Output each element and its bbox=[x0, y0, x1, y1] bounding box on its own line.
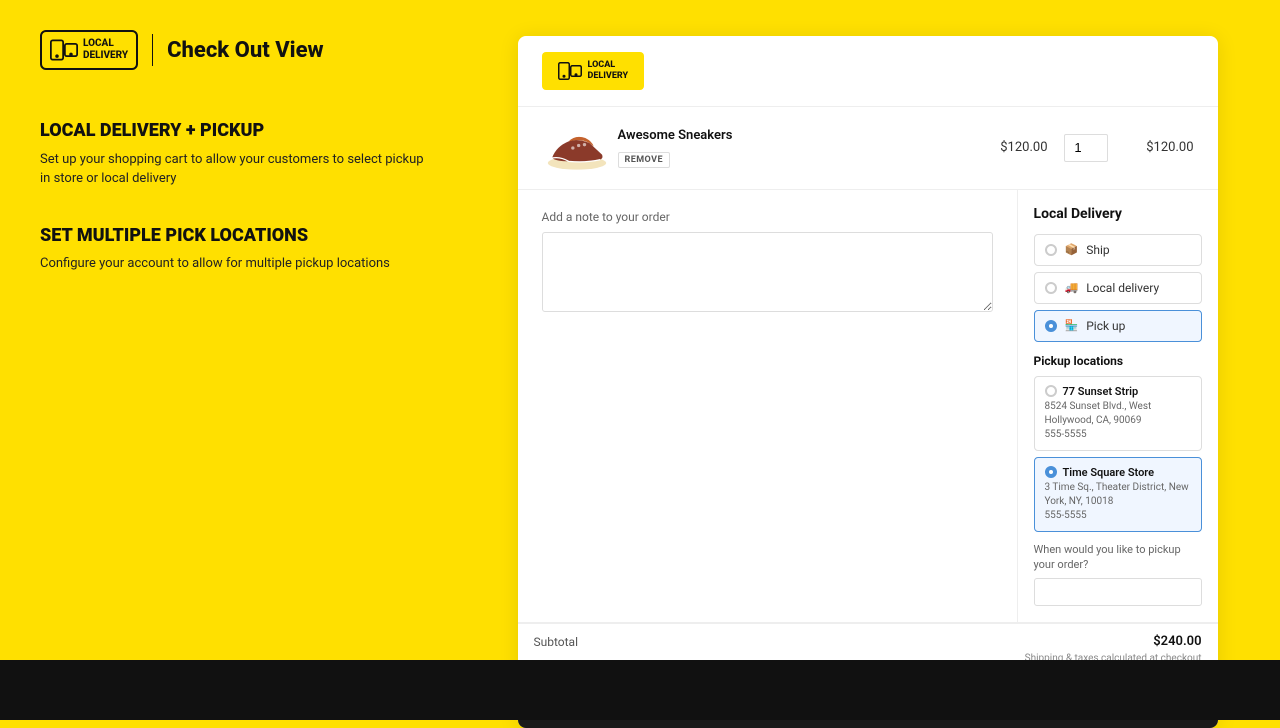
pickup-icon: 🏪 bbox=[1065, 319, 1079, 332]
radio-pickup bbox=[1045, 320, 1057, 332]
left-panel: LOCAL DELIVERY Check Out View LOCAL DELI… bbox=[0, 0, 475, 660]
header-title: Check Out View bbox=[167, 38, 323, 63]
feature1-desc: Set up your shopping cart to allow your … bbox=[40, 150, 435, 189]
feature1-title: LOCAL DELIVERY + PICKUP bbox=[40, 120, 435, 142]
remove-button[interactable]: REMOVE bbox=[618, 152, 670, 168]
card-logo-icon bbox=[558, 62, 582, 80]
delivery-option-ship[interactable]: 📦 Ship bbox=[1034, 234, 1202, 266]
location-name-sunset: 77 Sunset Strip bbox=[1063, 385, 1139, 398]
pickup-date-input[interactable] bbox=[1034, 578, 1202, 606]
product-row: Awesome Sneakers REMOVE $120.00 $120.00 bbox=[518, 107, 1218, 190]
product-name: Awesome Sneakers bbox=[618, 128, 952, 143]
header-divider bbox=[152, 34, 153, 66]
note-textarea[interactable] bbox=[542, 232, 993, 312]
right-panel: LOCAL DELIVERY bbox=[475, 0, 1280, 660]
location-phone-timesquare: 555-5555 bbox=[1045, 509, 1191, 523]
product-info: Awesome Sneakers REMOVE bbox=[618, 128, 952, 168]
location-addr-timesquare: 3 Time Sq., Theater District, New York, … bbox=[1045, 481, 1191, 509]
subtotal-label: Subtotal bbox=[534, 635, 579, 649]
location-option-sunset[interactable]: 77 Sunset Strip 8524 Sunset Blvd., West … bbox=[1034, 376, 1202, 451]
top-header: LOCAL DELIVERY Check Out View bbox=[40, 30, 435, 70]
logo-icon bbox=[50, 39, 78, 61]
product-price: $120.00 bbox=[968, 140, 1048, 155]
delivery-option-pickup[interactable]: 🏪 Pick up bbox=[1034, 310, 1202, 342]
feature2-title: SET MULTIPLE PICK LOCATIONS bbox=[40, 225, 435, 247]
card-left: Add a note to your order bbox=[518, 190, 1018, 623]
radio-local bbox=[1045, 282, 1057, 294]
location-addr-sunset: 8524 Sunset Blvd., West Hollywood, CA, 9… bbox=[1045, 400, 1191, 428]
location-phone-sunset: 555-5555 bbox=[1045, 428, 1191, 442]
radio-ship bbox=[1045, 244, 1057, 256]
feature-local-delivery: LOCAL DELIVERY + PICKUP Set up your shop… bbox=[40, 120, 435, 189]
pickup-date-label: When would you like to pickup your order… bbox=[1034, 542, 1202, 573]
local-label: Local delivery bbox=[1086, 281, 1159, 295]
logo-text: LOCAL DELIVERY bbox=[83, 38, 128, 62]
radio-sunset bbox=[1045, 385, 1057, 397]
checkout-card: LOCAL DELIVERY bbox=[518, 36, 1218, 728]
ship-icon: 📦 bbox=[1065, 243, 1079, 256]
card-header: LOCAL DELIVERY bbox=[518, 36, 1218, 107]
card-logo-badge: LOCAL DELIVERY bbox=[542, 52, 645, 90]
product-image bbox=[542, 123, 602, 173]
location-name-timesquare: Time Square Store bbox=[1063, 466, 1155, 479]
logo-badge: LOCAL DELIVERY bbox=[40, 30, 138, 70]
card-body: Add a note to your order Local Delivery … bbox=[518, 190, 1218, 623]
product-total: $120.00 bbox=[1124, 140, 1194, 155]
local-delivery-icon: 🚚 bbox=[1065, 281, 1079, 294]
pickup-label: Pick up bbox=[1086, 319, 1125, 333]
bottom-bar bbox=[0, 660, 1280, 720]
ship-label: Ship bbox=[1086, 243, 1109, 257]
subtotal-value: $240.00 bbox=[1153, 634, 1201, 649]
card-logo-text: LOCAL DELIVERY bbox=[588, 60, 629, 82]
location-header-timesquare: Time Square Store bbox=[1045, 466, 1191, 479]
card-right: Local Delivery 📦 Ship 🚚 Local delivery bbox=[1018, 190, 1218, 623]
location-header-sunset: 77 Sunset Strip bbox=[1045, 385, 1191, 398]
quantity-input[interactable] bbox=[1064, 134, 1108, 162]
radio-timesquare bbox=[1045, 466, 1057, 478]
delivery-option-local[interactable]: 🚚 Local delivery bbox=[1034, 272, 1202, 304]
location-option-timesquare[interactable]: Time Square Store 3 Time Sq., Theater Di… bbox=[1034, 457, 1202, 532]
feature-multiple-locations: SET MULTIPLE PICK LOCATIONS Configure yo… bbox=[40, 225, 435, 274]
note-label: Add a note to your order bbox=[542, 210, 993, 224]
subtotal-row: Subtotal $240.00 bbox=[518, 623, 1218, 653]
delivery-title: Local Delivery bbox=[1034, 206, 1202, 222]
feature2-desc: Configure your account to allow for mult… bbox=[40, 254, 435, 274]
pickup-locations-title: Pickup locations bbox=[1034, 354, 1202, 368]
